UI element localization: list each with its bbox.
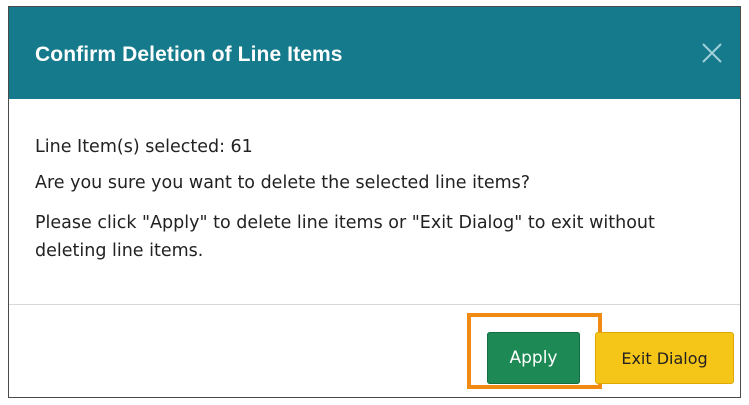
apply-button[interactable]: Apply [487,332,580,384]
footer-divider [9,304,740,305]
dialog-body: Line Item(s) selected: 61 Are you sure y… [9,99,740,311]
instruction-text: Please click "Apply" to delete line item… [35,213,655,261]
confirm-question-text: Are you sure you want to delete the sele… [35,173,531,193]
selected-count-text: Line Item(s) selected: 61 [35,137,253,157]
dialog-title: Confirm Deletion of Line Items [35,43,343,66]
exit-dialog-button[interactable]: Exit Dialog [595,332,734,384]
dialog-header: Confirm Deletion of Line Items [9,7,740,99]
confirm-deletion-dialog: Confirm Deletion of Line Items Line Item… [8,6,741,398]
close-icon[interactable] [694,35,730,71]
